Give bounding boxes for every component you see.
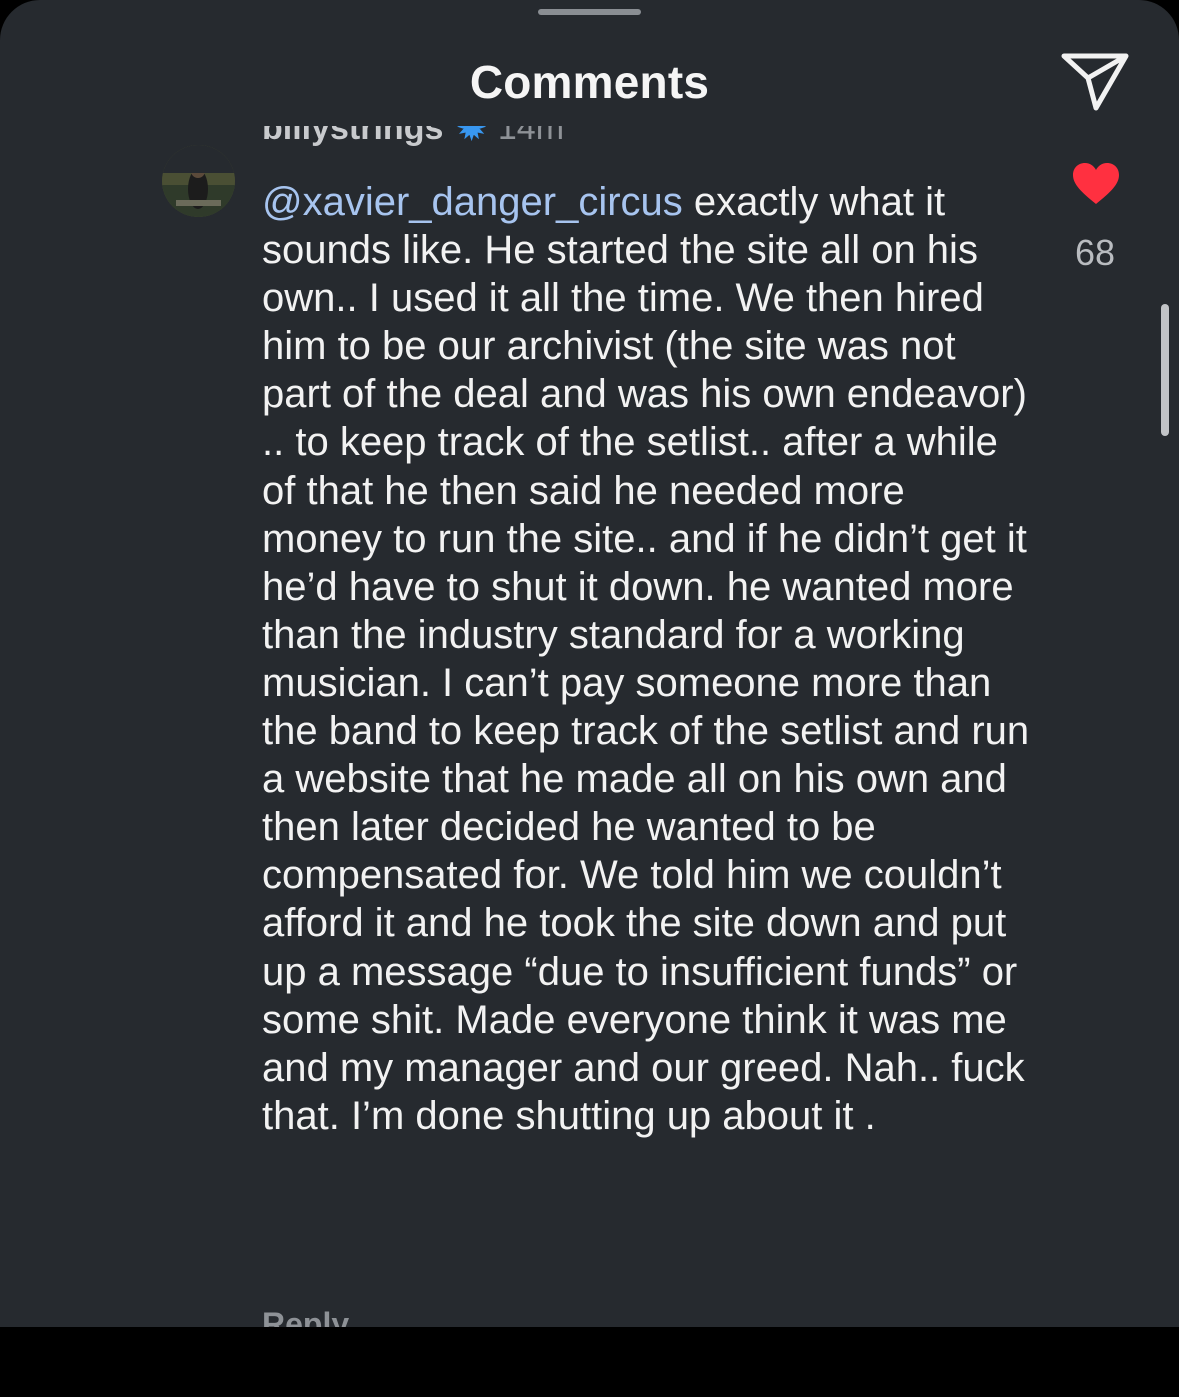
reply-button[interactable]: Reply — [262, 1306, 349, 1327]
comment-timestamp: 14m — [497, 126, 565, 147]
comment-mention[interactable]: @xavier_danger_circus — [262, 180, 683, 224]
like-count: 68 — [1074, 232, 1116, 273]
verified-badge-icon: ✹ — [457, 126, 486, 147]
send-icon[interactable] — [1058, 48, 1132, 114]
comment-text: @xavier_danger_circus exactly what it so… — [262, 178, 1032, 1140]
sheet-grabber-handle[interactable] — [538, 9, 641, 15]
comment-username[interactable]: billystrings — [262, 126, 443, 147]
heart-icon[interactable] — [1071, 162, 1121, 206]
comment-body: exactly what it sounds like. He started … — [262, 180, 1030, 1138]
sheet-title: Comments — [469, 56, 710, 108]
comment-header: billystrings ✹ 14m — [262, 126, 564, 160]
scrollbar[interactable] — [1161, 304, 1169, 436]
avatar[interactable] — [162, 145, 235, 217]
comment-item: billystrings ✹ 14m @xavier_danger_circus e… — [0, 120, 1179, 1327]
comments-sheet: Comments billystrings ✹ 14m @xavier_danger… — [0, 0, 1179, 1327]
